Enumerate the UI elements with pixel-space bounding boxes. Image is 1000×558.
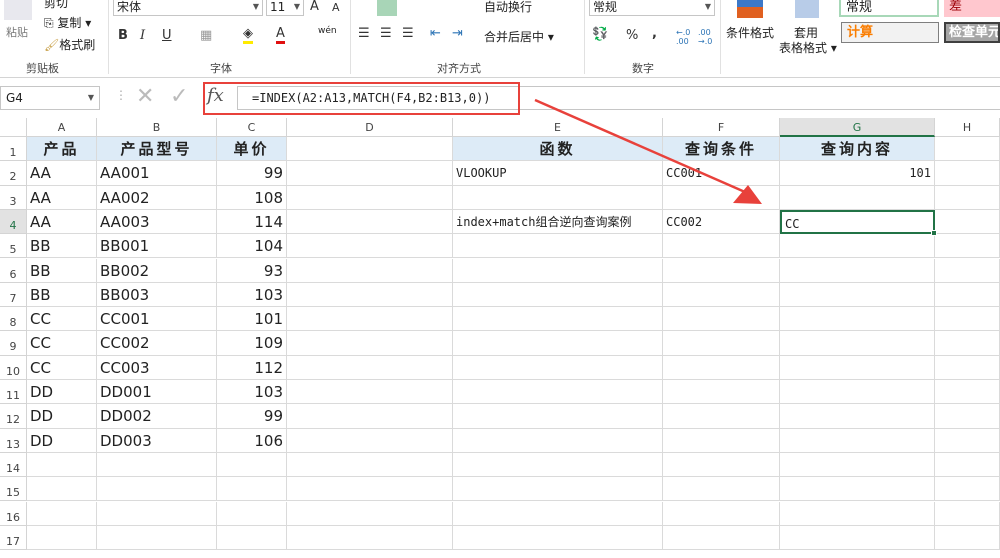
annotation-arrow: [534, 98, 762, 204]
